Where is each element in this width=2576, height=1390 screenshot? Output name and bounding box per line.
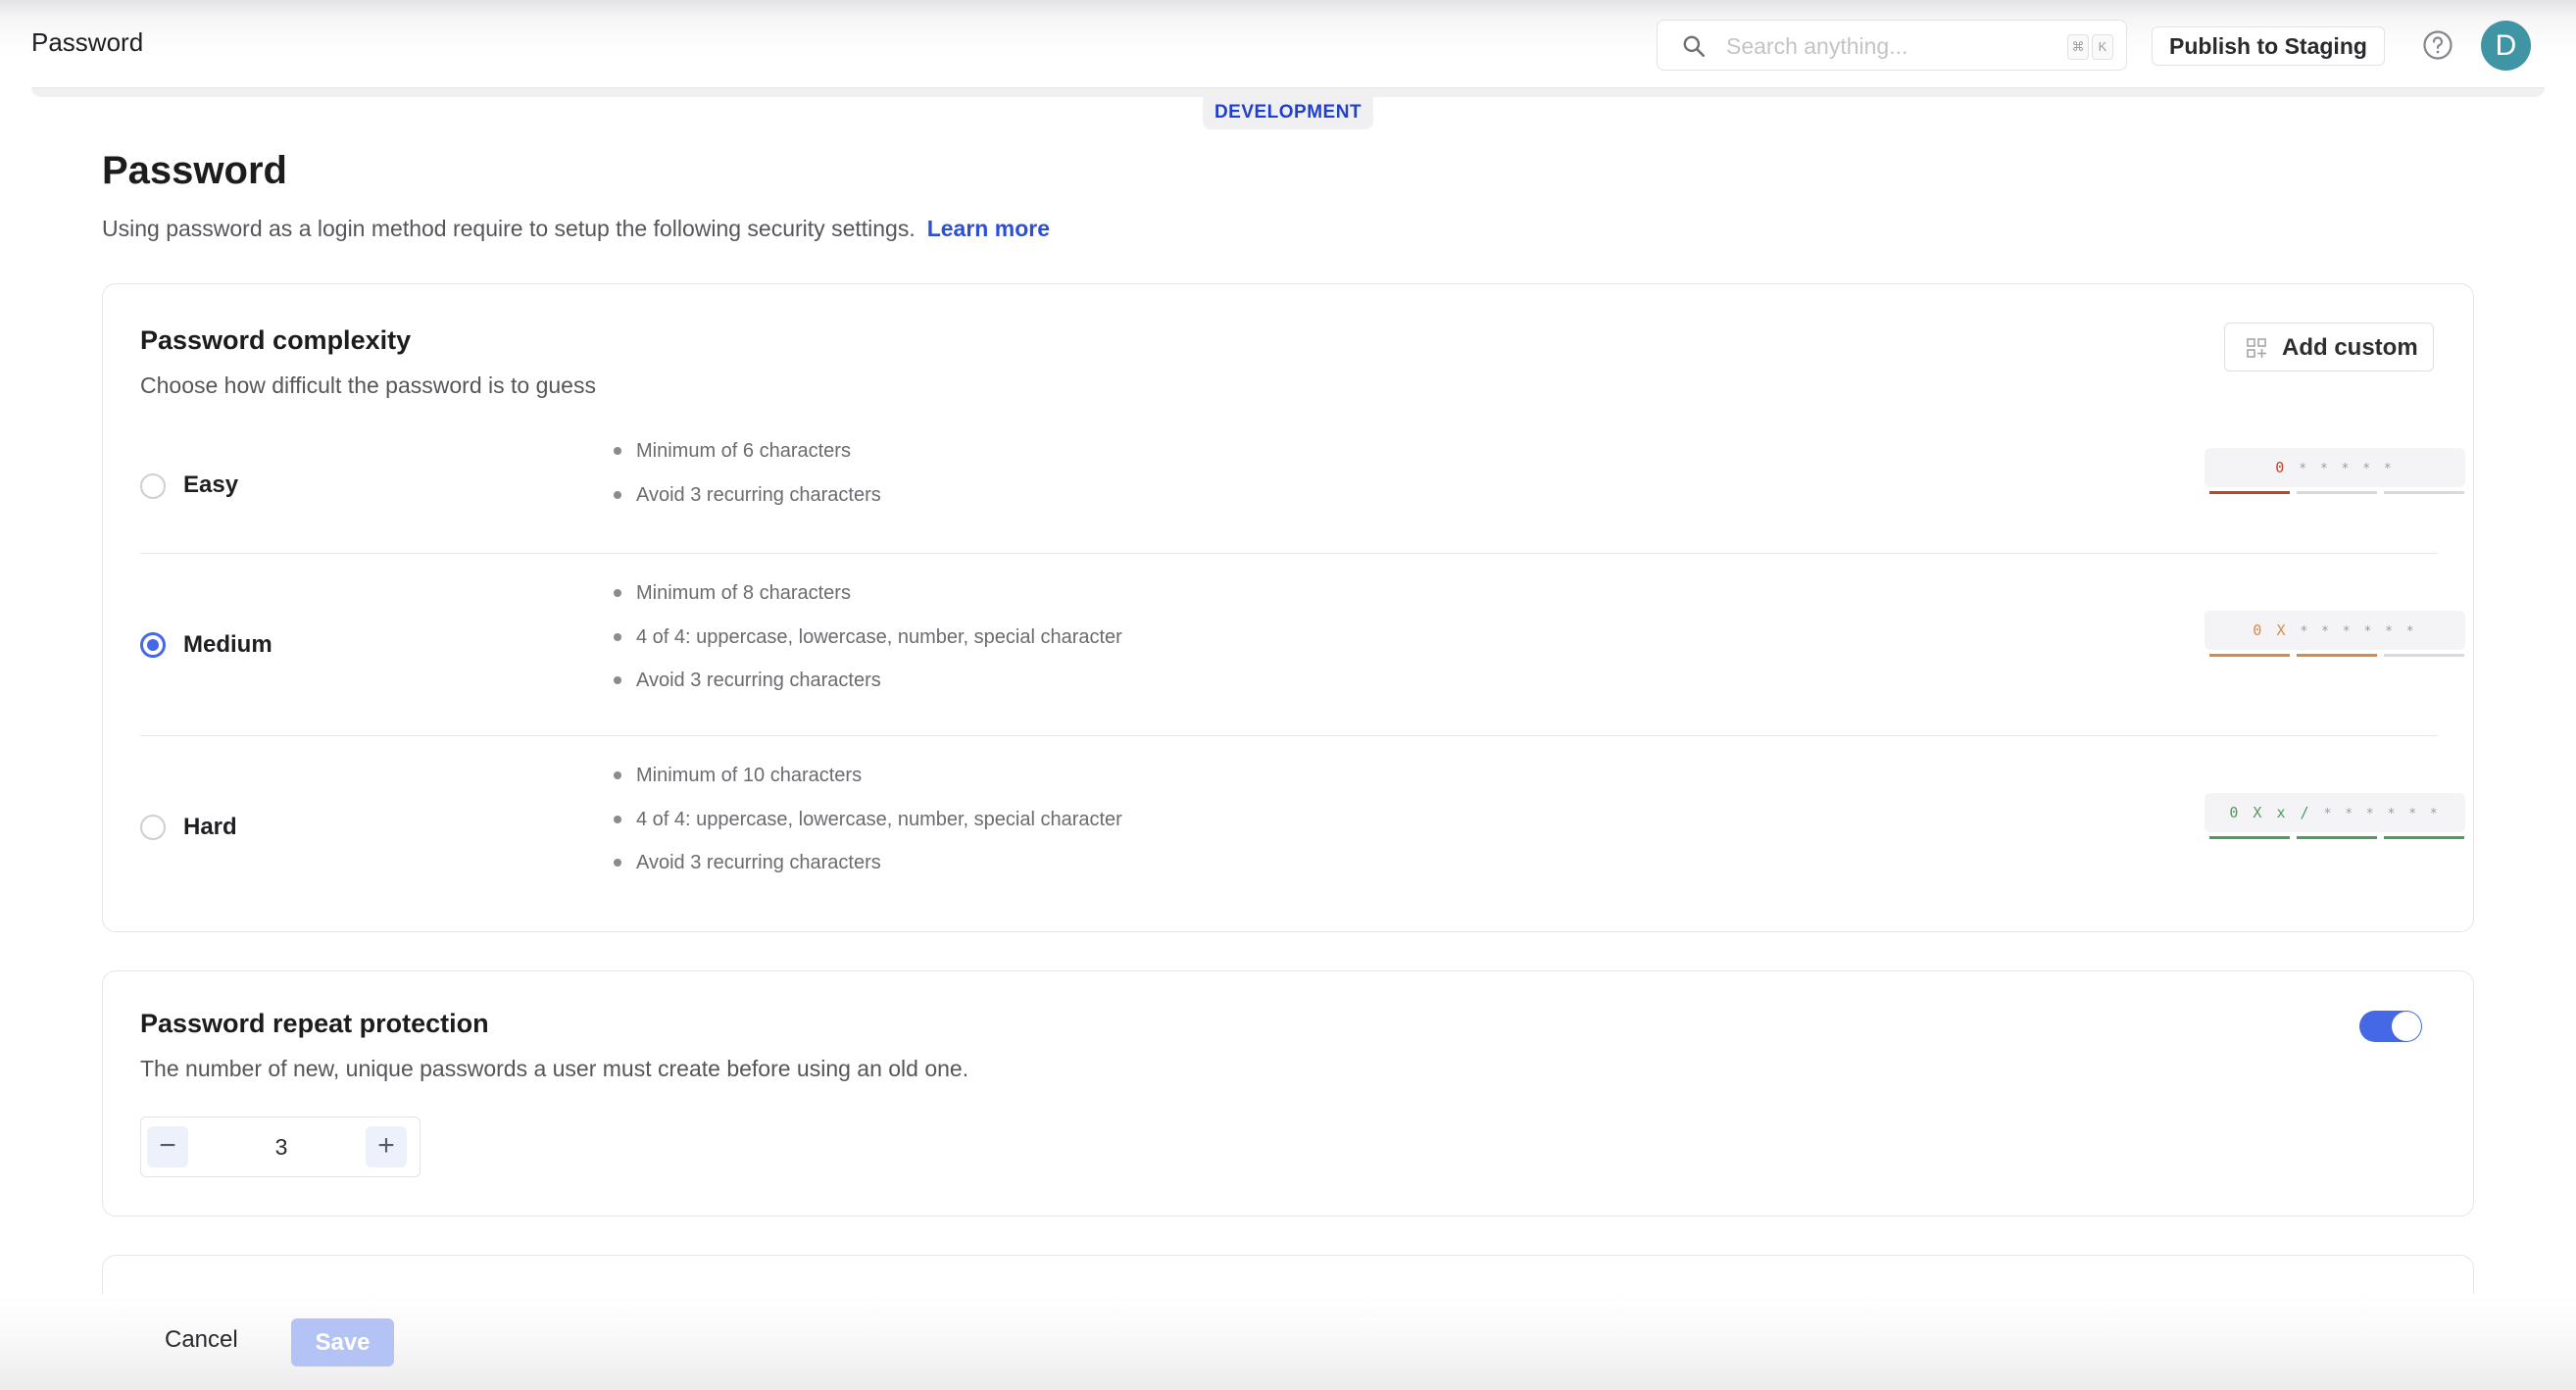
meter-mask: * * * * * (2299, 462, 2395, 476)
rule-item: Minimum of 8 characters (613, 581, 1122, 625)
page-description-text: Using password as a login method require… (102, 216, 916, 241)
complexity-title: Password complexity (140, 325, 412, 355)
meter-mask: * * * * * * (2323, 807, 2441, 821)
meter-segment (2297, 836, 2377, 839)
rule-item: Avoid 3 recurring characters (613, 851, 1122, 895)
cancel-button[interactable]: Cancel (165, 1326, 238, 1354)
meter-preview: 0 X x / * * * * * * (2204, 793, 2465, 832)
shortcut-key-k: K (2092, 34, 2113, 60)
strength-meter: 0 X x / * * * * * * (2204, 793, 2465, 847)
rule-item: Minimum of 10 characters (613, 764, 1122, 808)
meter-segment (2384, 491, 2464, 494)
option-label: Hard (183, 814, 237, 840)
rule-item: 4 of 4: uppercase, lowercase, number, sp… (613, 808, 1122, 852)
meter-preview: 0 * * * * * (2204, 448, 2465, 487)
search-input[interactable]: Search anything... ⌘ K (1657, 20, 2127, 71)
option-label: Medium (183, 631, 272, 658)
meter-segment (2297, 654, 2377, 657)
search-icon (1683, 35, 1706, 58)
meter-mask: * * * * * * (2300, 624, 2417, 639)
help-icon[interactable] (2422, 29, 2453, 61)
meter-typed: 0 X x / (2229, 804, 2312, 821)
save-button[interactable]: Save (291, 1318, 394, 1366)
repeat-protection-title: Password repeat protection (140, 1009, 489, 1038)
learn-more-link[interactable]: Learn more (927, 216, 1050, 241)
meter-segment (2209, 654, 2290, 657)
rule-item: Avoid 3 recurring characters (613, 483, 881, 527)
meter-segment (2209, 836, 2290, 839)
complexity-subtitle: Choose how difficult the password is to … (140, 372, 596, 398)
rule-item: Avoid 3 recurring characters (613, 669, 1122, 713)
decrement-button[interactable]: − (147, 1126, 188, 1167)
rule-item: Minimum of 6 characters (613, 439, 881, 483)
shortcut-key-cmd: ⌘ (2067, 34, 2089, 60)
radio-easy[interactable] (140, 473, 166, 499)
repeat-count-stepper: − + (140, 1117, 421, 1177)
meter-segment (2384, 654, 2464, 657)
top-bar: Password Search anything... ⌘ K Publish … (0, 0, 2576, 90)
radio-hard[interactable] (140, 815, 166, 840)
meter-segment (2384, 836, 2464, 839)
meter-segment (2297, 491, 2377, 494)
strength-meter: 0 * * * * * (2204, 448, 2465, 502)
publish-to-staging-button[interactable]: Publish to Staging (2152, 26, 2385, 66)
password-complexity-card: Password complexity Choose how difficult… (102, 283, 2474, 932)
rules-list: Minimum of 6 characters Avoid 3 recurrin… (613, 439, 881, 526)
meter-typed: 0 X (2253, 621, 2289, 639)
user-avatar[interactable]: D (2481, 21, 2531, 71)
meter-segment (2209, 491, 2290, 494)
toggle-knob (2392, 1012, 2421, 1041)
password-repeat-protection-card: Password repeat protection The number of… (102, 970, 2474, 1216)
page-title: Password (102, 149, 287, 192)
search-placeholder: Search anything... (1726, 33, 1908, 59)
rule-item: 4 of 4: uppercase, lowercase, number, sp… (613, 625, 1122, 670)
rules-list: Minimum of 8 characters 4 of 4: uppercas… (613, 581, 1122, 713)
increment-button[interactable]: + (366, 1126, 407, 1167)
strength-meter: 0 X * * * * * * (2204, 611, 2465, 665)
repeat-protection-toggle[interactable] (2359, 1011, 2422, 1042)
footer-action-bar: Cancel Save (0, 1294, 2576, 1390)
repeat-protection-description: The number of new, unique passwords a us… (140, 1056, 969, 1081)
add-grid-icon (2247, 338, 2266, 358)
page-description: Using password as a login method require… (102, 216, 1050, 242)
option-label: Easy (183, 472, 239, 498)
repeat-count-input[interactable] (200, 1117, 363, 1176)
add-custom-button[interactable]: Add custom (2224, 323, 2434, 372)
topbar-title: Password (31, 27, 144, 57)
meter-preview: 0 X * * * * * * (2204, 611, 2465, 650)
radio-medium[interactable] (140, 632, 166, 658)
rules-list: Minimum of 10 characters 4 of 4: upperca… (613, 764, 1122, 895)
environment-badge: DEVELOPMENT (1203, 96, 1373, 129)
add-custom-label: Add custom (2282, 334, 2418, 361)
complexity-option-medium[interactable]: Medium Minimum of 8 characters 4 of 4: u… (140, 553, 2465, 735)
meter-typed: 0 (2275, 459, 2288, 476)
complexity-option-hard[interactable]: Hard Minimum of 10 characters 4 of 4: up… (140, 735, 2465, 918)
complexity-option-easy[interactable]: Easy Minimum of 6 characters Avoid 3 rec… (140, 431, 2465, 541)
